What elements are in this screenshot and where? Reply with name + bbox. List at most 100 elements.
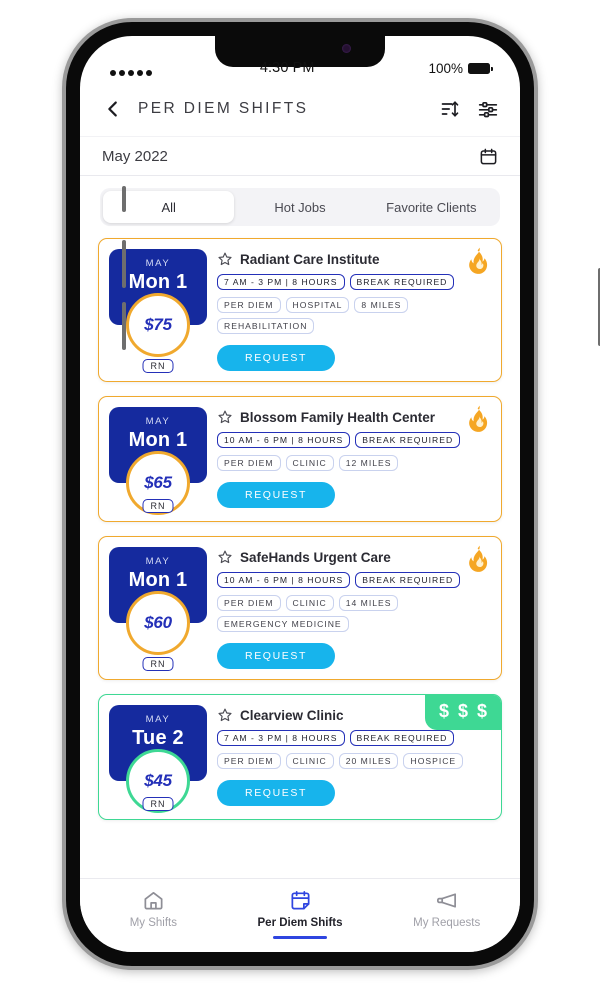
battery-full-icon (468, 63, 493, 74)
nav-label-my-requests: My Requests (413, 917, 481, 929)
shift-tag: CLINIC (285, 753, 334, 769)
shift-rate: $65 (144, 473, 172, 492)
shift-day: Tue 2 (132, 727, 184, 749)
phone-screen: 4:30 PM 100% PER DIEM SHIFTS May 2022 Al… (80, 36, 520, 952)
shift-tag: 7 AM - 3 PM | 8 HOURS (217, 274, 345, 290)
shift-facility-name: Radiant Care Institute (240, 251, 380, 267)
fire-icon (469, 545, 488, 572)
shift-tags-primary: 10 AM - 6 PM | 8 HOURS BREAK REQUIRED (217, 432, 491, 448)
shift-tag: BREAK REQUIRED (355, 432, 461, 448)
shift-date-column: MAY Mon 1 $60 RN (109, 547, 207, 671)
volume-down-button[interactable] (122, 302, 126, 350)
app-header: PER DIEM SHIFTS (80, 82, 520, 136)
nav-label-per-diem-shifts: Per Diem Shifts (257, 917, 343, 929)
request-button[interactable]: REQUEST (217, 345, 335, 371)
shift-tag: PER DIEM (217, 753, 281, 769)
fire-icon (469, 405, 488, 432)
filter-sliders-icon[interactable] (478, 99, 498, 119)
star-outline-icon[interactable] (217, 549, 233, 565)
page-title: PER DIEM SHIFTS (138, 100, 309, 117)
status-time: 4:30 PM (259, 60, 315, 76)
star-outline-icon[interactable] (217, 409, 233, 425)
request-button[interactable]: REQUEST (217, 643, 335, 669)
bottom-navigation: My Shifts Per Diem Shifts My Requests (80, 878, 520, 952)
fire-icon (469, 247, 488, 274)
shift-name-row: SafeHands Urgent Care (217, 549, 491, 565)
shift-role-badge: RN (142, 657, 174, 671)
shift-tag: EMERGENCY MEDICINE (217, 616, 349, 632)
shift-month: MAY (145, 416, 171, 427)
shift-tag: 20 MILES (338, 753, 399, 769)
shift-tag: PER DIEM (217, 455, 281, 471)
silence-switch[interactable] (122, 186, 126, 212)
star-outline-icon[interactable] (217, 707, 233, 723)
shift-facility-name: Blossom Family Health Center (240, 409, 436, 425)
shift-tags-secondary: PER DIEM CLINIC 14 MILES EMERGENCY MEDICINE (217, 595, 491, 632)
app-scroll-area[interactable]: PER DIEM SHIFTS May 2022 All Hot Jobs Fa… (80, 82, 520, 878)
shift-date-column: MAY Tue 2 $45 RN (109, 705, 207, 813)
tab-bar-wrapper: All Hot Jobs Favorite Clients (80, 176, 520, 236)
shift-tag: REHABILITATION (217, 318, 315, 334)
shift-rate-circle: $75 (126, 293, 190, 357)
shift-facility-name: SafeHands Urgent Care (240, 549, 391, 565)
shift-card[interactable]: MAY Tue 2 $45 RN Clearview Clinic 7 AM - 3 PM… (98, 694, 502, 820)
segmented-tabs: All Hot Jobs Favorite Clients (100, 188, 500, 226)
status-battery-group: 100% (428, 61, 493, 76)
shift-tag: BREAK REQUIRED (349, 274, 455, 290)
shift-rate: $75 (144, 315, 172, 334)
shift-tag: 7 AM - 3 PM | 8 HOURS (217, 730, 345, 746)
shift-rate: $60 (144, 613, 172, 632)
shift-tag: 10 AM - 6 PM | 8 HOURS (217, 572, 351, 588)
shift-day: Mon 1 (128, 429, 188, 451)
shift-card[interactable]: MAY Mon 1 $65 RN Blossom Family Health Cente… (98, 396, 502, 522)
shift-tags-secondary: PER DIEM CLINIC 12 MILES (217, 455, 491, 471)
tab-favorite-clients[interactable]: Favorite Clients (366, 191, 497, 223)
shift-name-row: Blossom Family Health Center (217, 409, 491, 425)
shift-tag: BREAK REQUIRED (349, 730, 455, 746)
shift-card[interactable]: MAY Mon 1 $60 RN SafeHands Urgent Care 10 AM … (98, 536, 502, 680)
status-bar: 4:30 PM 100% (80, 36, 520, 82)
shift-day: Mon 1 (128, 271, 188, 293)
shift-tag: 14 MILES (338, 595, 399, 611)
chevron-left-icon[interactable] (102, 98, 124, 120)
nav-item-my-shifts[interactable]: My Shifts (80, 889, 227, 929)
shift-tag: BREAK REQUIRED (355, 572, 461, 588)
nav-item-my-requests[interactable]: My Requests (373, 889, 520, 929)
volume-up-button[interactable] (122, 240, 126, 288)
calendar-icon[interactable] (479, 147, 498, 166)
phone-frame: 4:30 PM 100% PER DIEM SHIFTS May 2022 Al… (62, 18, 600, 970)
shift-rate: $45 (144, 771, 172, 790)
header-actions (440, 99, 498, 119)
shift-day: Mon 1 (128, 569, 188, 591)
shift-role-badge: RN (142, 499, 174, 513)
request-button[interactable]: REQUEST (217, 482, 335, 508)
month-label: May 2022 (102, 147, 168, 165)
tab-hot-jobs[interactable]: Hot Jobs (234, 191, 365, 223)
shift-role-badge: RN (142, 359, 174, 373)
shift-month: MAY (145, 556, 171, 567)
shift-tags-primary: 7 AM - 3 PM | 8 HOURS BREAK REQUIRED (217, 730, 491, 746)
sort-icon[interactable] (440, 99, 460, 119)
shift-tags-primary: 10 AM - 6 PM | 8 HOURS BREAK REQUIRED (217, 572, 491, 588)
nav-item-per-diem-shifts[interactable]: Per Diem Shifts (227, 889, 374, 939)
shift-tag: CLINIC (285, 455, 334, 471)
shift-tag: PER DIEM (217, 297, 281, 313)
month-selector-row[interactable]: May 2022 (80, 136, 520, 176)
shift-tag: CLINIC (285, 595, 334, 611)
shift-month: MAY (145, 714, 171, 725)
shift-tag: 8 MILES (354, 297, 409, 313)
shift-name-row: Radiant Care Institute (217, 251, 491, 267)
shift-info-column: SafeHands Urgent Care 10 AM - 6 PM | 8 HO… (217, 547, 491, 669)
high-pay-badge: $ $ $ (424, 695, 501, 730)
shift-tag: PER DIEM (217, 595, 281, 611)
shift-card[interactable]: MAY Mon 1 $75 RN Radiant Care Institute 7 AM … (98, 238, 502, 382)
request-button[interactable]: REQUEST (217, 780, 335, 806)
star-outline-icon[interactable] (217, 251, 233, 267)
home-icon (144, 891, 163, 910)
shift-role-badge: RN (142, 797, 174, 811)
screenshot-root: 4:30 PM 100% PER DIEM SHIFTS May 2022 Al… (0, 0, 600, 1000)
battery-percent: 100% (428, 61, 463, 76)
shift-tag: 10 AM - 6 PM | 8 HOURS (217, 432, 351, 448)
shift-facility-name: Clearview Clinic (240, 707, 344, 723)
shift-info-column: Radiant Care Institute 7 AM - 3 PM | 8 HO… (217, 249, 491, 371)
